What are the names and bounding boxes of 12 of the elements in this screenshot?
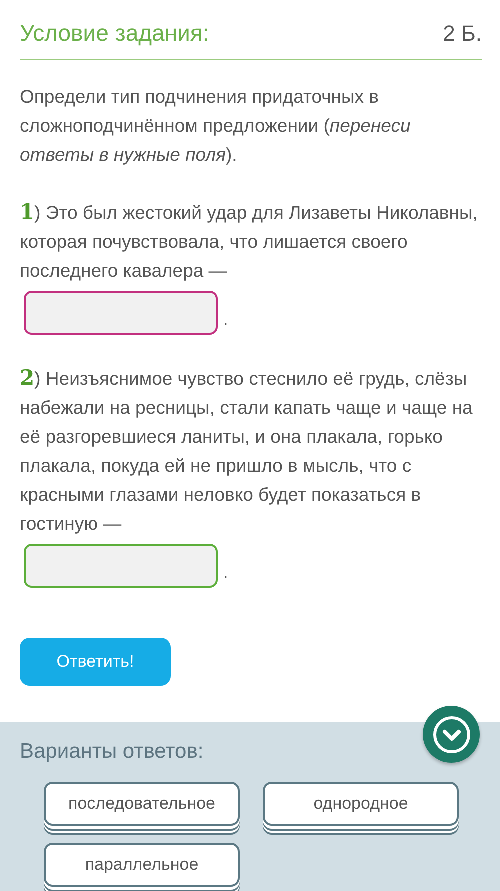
answer-field[interactable]: [24, 544, 218, 588]
section-title: Условие задания:: [20, 20, 210, 47]
chevron-down-icon: [432, 714, 472, 754]
question-text: 1) Это был жестокий удар для Лизаветы Николавны, которая почувствовала, что лишается своего последнего кавалера —: [20, 198, 479, 283]
period-text: .: [224, 564, 228, 583]
answer-field[interactable]: [24, 291, 218, 335]
period-text: .: [224, 311, 228, 330]
points-label: 2 Б.: [443, 21, 482, 47]
question-text: 2) Неизъяснимое чувство стеснило её грудь, слёзы набежали на ресницы, стали капать чаще и чаще на её разгоревшиеся ланиты, и она плакала, горько плакала, покуда ей не пришло в мысль, что с красными глазами неловко будет показаться в гостиную —: [20, 364, 474, 536]
panel-title: Варианты ответов:: [20, 740, 205, 764]
instruction-text: Определи тип подчинения придаточных в сложноподчинённом предложении (перенеси ответы в нужные поля).: [20, 85, 412, 167]
collapse-button[interactable]: [423, 706, 480, 763]
